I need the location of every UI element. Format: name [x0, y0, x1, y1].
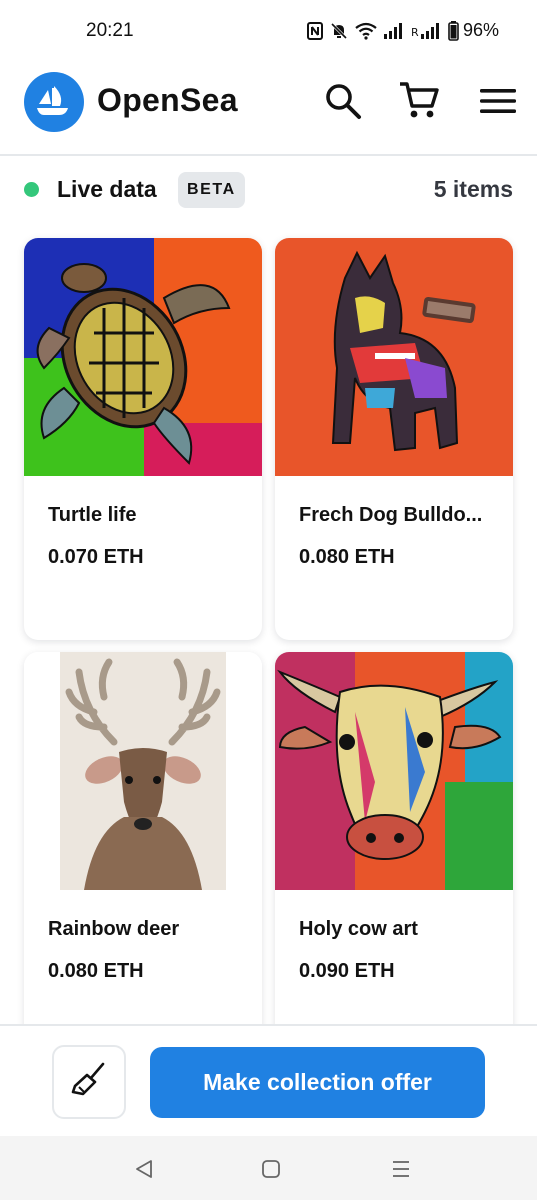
item-image-turtle	[24, 238, 262, 476]
item-price: 0.070 ETH	[48, 546, 144, 568]
live-data-label: Live data	[57, 176, 157, 202]
make-collection-offer-button[interactable]: Make collection offer	[150, 1047, 485, 1118]
battery-percent: 96%	[462, 20, 499, 40]
roaming-signal-icon: R	[411, 22, 441, 39]
back-icon[interactable]	[129, 1154, 159, 1184]
sweep-button[interactable]	[52, 1045, 126, 1119]
app-header: OpenSea	[0, 62, 537, 156]
item-card[interactable]: Holy cow art 0.090 ETH	[275, 652, 513, 1054]
opensea-logo-icon[interactable]	[24, 72, 84, 132]
item-price: 0.080 ETH	[299, 546, 395, 568]
item-card[interactable]: Turtle life 0.070 ETH	[24, 238, 262, 640]
item-price: 0.090 ETH	[299, 960, 395, 982]
beta-badge: BETA	[178, 172, 245, 208]
live-data-row: Live data BETA 5 items	[0, 172, 537, 210]
battery-icon	[448, 20, 459, 41]
signal-icon	[383, 22, 404, 39]
item-card[interactable]: Rainbow deer 0.080 ETH	[24, 652, 262, 1054]
status-icons: R 96%	[306, 20, 499, 41]
status-time: 20:21	[86, 20, 134, 41]
recents-icon[interactable]	[386, 1154, 416, 1184]
system-nav-bar	[0, 1136, 537, 1200]
status-bar: 20:21 R 96%	[0, 0, 537, 62]
bottom-action-bar: Make collection offer	[0, 1024, 537, 1136]
item-image-cow	[275, 652, 513, 890]
items-count: 5 items	[433, 176, 513, 202]
item-price: 0.080 ETH	[48, 960, 144, 982]
cart-icon[interactable]	[398, 80, 440, 122]
search-icon[interactable]	[322, 80, 364, 122]
item-image-deer	[24, 652, 262, 890]
svg-text:R: R	[411, 26, 419, 39]
home-icon[interactable]	[256, 1154, 286, 1184]
live-status-dot	[24, 182, 39, 197]
item-name: Holy cow art	[299, 918, 418, 940]
mute-icon	[330, 22, 348, 40]
broom-icon	[69, 1060, 109, 1105]
item-name: Turtle life	[48, 504, 137, 526]
brand-name[interactable]: OpenSea	[97, 82, 238, 119]
item-name: Frech Dog Bulldo...	[299, 504, 483, 526]
item-name: Rainbow deer	[48, 918, 180, 940]
wifi-icon	[355, 22, 377, 40]
menu-icon[interactable]	[477, 80, 519, 122]
item-card[interactable]: Frech Dog Bulldo... 0.080 ETH	[275, 238, 513, 640]
item-image-dog	[275, 238, 513, 476]
nfc-icon	[306, 21, 323, 40]
